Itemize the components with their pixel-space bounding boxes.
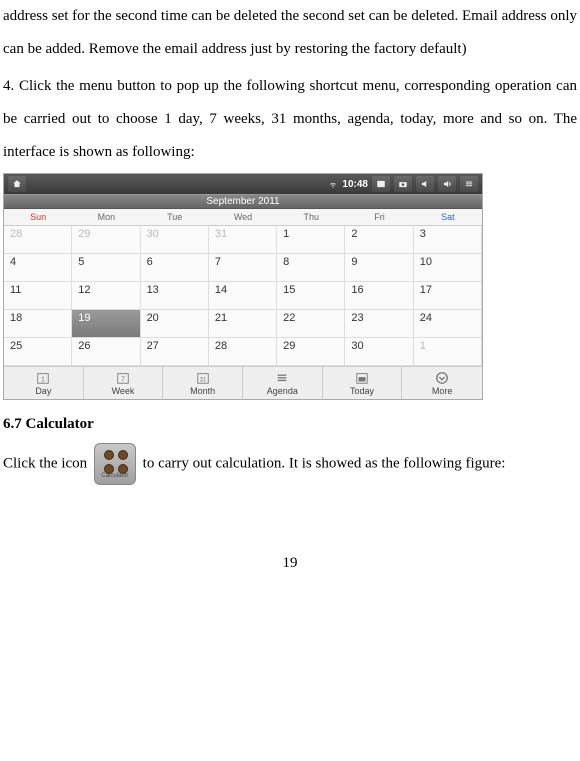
week-icon: 7 <box>84 371 163 385</box>
status-bar: 10:48 <box>4 174 482 194</box>
dow-sat: Sat <box>414 209 482 225</box>
calculator-icon[interactable]: Calculator <box>94 443 136 485</box>
calendar-cell[interactable]: 12 <box>72 282 140 310</box>
calc-text-post: to carry out calculation. It is showed a… <box>143 455 506 471</box>
volume-up-icon[interactable] <box>438 176 456 192</box>
calendar-cell[interactable]: 19 <box>72 310 140 338</box>
menu-icon[interactable] <box>460 176 478 192</box>
calendar-cell[interactable]: 7 <box>209 254 277 282</box>
calendar-cell[interactable]: 17 <box>414 282 482 310</box>
calendar-cell[interactable]: 16 <box>345 282 413 310</box>
calendar-cell[interactable]: 13 <box>141 282 209 310</box>
calendar-cell[interactable]: 21 <box>209 310 277 338</box>
dow-sun: Sun <box>4 209 72 225</box>
dow-wed: Wed <box>209 209 277 225</box>
calendar-cell[interactable]: 26 <box>72 338 140 366</box>
calendar-screenshot: 10:48 September 2011 Sun Mon Tue Wed Thu… <box>3 173 483 400</box>
calendar-cell[interactable]: 23 <box>345 310 413 338</box>
dow-tue: Tue <box>141 209 209 225</box>
tab-day[interactable]: 1 Day <box>4 367 84 399</box>
calendar-cell[interactable]: 30 <box>345 338 413 366</box>
tab-agenda-label: Agenda <box>243 386 322 396</box>
tab-week-label: Week <box>84 386 163 396</box>
calendar-grid: 2829303112345678910111213141516171819202… <box>4 226 482 366</box>
calendar-cell[interactable]: 10 <box>414 254 482 282</box>
calendar-cell[interactable]: 22 <box>277 310 345 338</box>
tab-week[interactable]: 7 Week <box>84 367 164 399</box>
agenda-icon <box>243 371 322 385</box>
page-number: 19 <box>3 555 577 572</box>
wifi-icon <box>328 179 338 189</box>
calendar-cell[interactable]: 25 <box>4 338 72 366</box>
tab-more-label: More <box>402 386 482 396</box>
calendar-cell[interactable]: 5 <box>72 254 140 282</box>
tab-month[interactable]: 31 Month <box>163 367 243 399</box>
calendar-cell[interactable]: 15 <box>277 282 345 310</box>
calc-text-pre: Click the icon <box>3 455 91 471</box>
capture-icon[interactable] <box>372 176 390 192</box>
day-of-week-header: Sun Mon Tue Wed Thu Fri Sat <box>4 209 482 226</box>
calendar-tabs: 1 Day 7 Week 31 Month Agenda Today More <box>4 366 482 399</box>
calendar-cell[interactable]: 29 <box>72 226 140 254</box>
calculator-paragraph: Click the icon Calculator to carry out c… <box>3 443 577 485</box>
paragraph-menu: 4. Click the menu button to pop up the f… <box>3 70 577 169</box>
calendar-cell[interactable]: 2 <box>345 226 413 254</box>
calendar-cell[interactable]: 6 <box>141 254 209 282</box>
month-icon: 31 <box>163 371 242 385</box>
calendar-cell[interactable]: 31 <box>209 226 277 254</box>
svg-text:7: 7 <box>121 377 125 384</box>
volume-down-icon[interactable] <box>416 176 434 192</box>
day-icon: 1 <box>4 371 83 385</box>
calendar-cell[interactable]: 1 <box>414 338 482 366</box>
dow-fri: Fri <box>345 209 413 225</box>
calendar-cell[interactable]: 11 <box>4 282 72 310</box>
more-icon <box>402 371 482 385</box>
calendar-cell[interactable]: 30 <box>141 226 209 254</box>
tab-day-label: Day <box>4 386 83 396</box>
calendar-cell[interactable]: 9 <box>345 254 413 282</box>
calendar-cell[interactable]: 20 <box>141 310 209 338</box>
today-icon <box>323 371 402 385</box>
dow-thu: Thu <box>277 209 345 225</box>
tab-agenda[interactable]: Agenda <box>243 367 323 399</box>
dow-mon: Mon <box>72 209 140 225</box>
calendar-cell[interactable]: 27 <box>141 338 209 366</box>
calendar-cell[interactable]: 18 <box>4 310 72 338</box>
calendar-month-title: September 2011 <box>4 194 482 209</box>
tab-more[interactable]: More <box>402 367 482 399</box>
paragraph-email: address set for the second time can be d… <box>3 0 577 66</box>
tab-today-label: Today <box>323 386 402 396</box>
svg-text:1: 1 <box>41 377 45 384</box>
status-time: 10:48 <box>342 179 368 190</box>
calendar-cell[interactable]: 29 <box>277 338 345 366</box>
calendar-cell[interactable]: 14 <box>209 282 277 310</box>
tab-month-label: Month <box>163 386 242 396</box>
tab-today[interactable]: Today <box>323 367 403 399</box>
calendar-cell[interactable]: 1 <box>277 226 345 254</box>
calendar-cell[interactable]: 3 <box>414 226 482 254</box>
heading-calculator: 6.7 Calculator <box>3 416 577 433</box>
home-icon[interactable] <box>8 176 26 192</box>
calendar-cell[interactable]: 28 <box>4 226 72 254</box>
calendar-cell[interactable]: 24 <box>414 310 482 338</box>
svg-text:31: 31 <box>199 377 206 384</box>
calendar-cell[interactable]: 4 <box>4 254 72 282</box>
calendar-cell[interactable]: 8 <box>277 254 345 282</box>
calendar-cell[interactable]: 28 <box>209 338 277 366</box>
calculator-icon-label: Calculator <box>95 470 135 483</box>
camera-icon[interactable] <box>394 176 412 192</box>
